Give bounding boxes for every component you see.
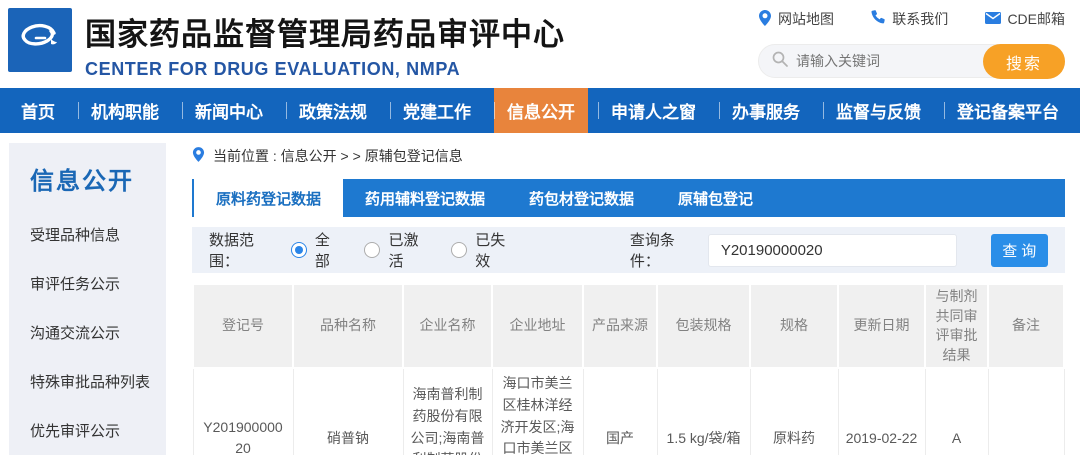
radio-activated-label: 已激活 xyxy=(388,229,425,271)
contact-label: 联系我们 xyxy=(892,9,948,29)
sidebar-item-accepted-varieties[interactable]: 受理品种信息 xyxy=(30,224,166,245)
cde-mail-link[interactable]: CDE邮箱 xyxy=(985,9,1065,29)
radio-activated-control[interactable] xyxy=(364,242,380,258)
sidebar-title: 信息公开 xyxy=(30,161,166,196)
cell-spec: 原料药 xyxy=(750,368,838,455)
scope-label: 数据范围： xyxy=(209,229,277,271)
quick-links: 网站地图 联系我们 CDE邮箱 xyxy=(758,9,1065,29)
radio-all-control[interactable] xyxy=(291,242,307,258)
sidebar-item-review-tasks[interactable]: 审评任务公示 xyxy=(30,273,166,294)
registration-table: 登记号 品种名称 企业名称 企业地址 产品来源 包装规格 规格 更新日期 与制剂… xyxy=(192,283,1065,455)
col-joint-review-result: 与制剂共同审评审批结果 xyxy=(925,284,988,368)
cell-update-date: 2019-02-22 xyxy=(838,368,925,455)
radio-all[interactable]: 全部 xyxy=(291,229,339,271)
cde-logo xyxy=(8,8,72,72)
nav-info-disclosure[interactable]: 信息公开 xyxy=(494,88,588,133)
tab-packaging-registration-data[interactable]: 药包材登记数据 xyxy=(507,179,656,217)
sitemap-label: 网站地图 xyxy=(778,9,834,29)
cell-remarks xyxy=(988,368,1064,455)
radio-all-label: 全部 xyxy=(315,229,339,271)
data-tabs: 原料药登记数据 药用辅料登记数据 药包材登记数据 原辅包登记 xyxy=(192,179,1065,217)
radio-activated[interactable]: 已激活 xyxy=(364,229,425,271)
nav-applicant-window[interactable]: 申请人之窗 xyxy=(598,88,709,133)
radio-expired[interactable]: 已失效 xyxy=(451,229,512,271)
col-company-address: 企业地址 xyxy=(492,284,583,368)
nav-functions[interactable]: 机构职能 xyxy=(78,88,172,133)
cell-package-spec: 1.5 kg/袋/箱 xyxy=(657,368,750,455)
query-condition-label: 查询条件： xyxy=(630,229,698,271)
swallow-logo-icon xyxy=(14,12,66,69)
cell-joint-review-result: A xyxy=(925,368,988,455)
col-variety-name: 品种名称 xyxy=(293,284,403,368)
radio-expired-label: 已失效 xyxy=(475,229,512,271)
table-row: Y20190000020 硝普钠 海南普利制药股份有限公司;海南普利制药股份有限… xyxy=(193,368,1064,455)
col-product-source: 产品来源 xyxy=(583,284,657,368)
cde-mail-label: CDE邮箱 xyxy=(1007,9,1065,29)
col-package-spec: 包装规格 xyxy=(657,284,750,368)
nav-home[interactable]: 首页 xyxy=(8,88,68,133)
sidebar-item-priority-review[interactable]: 优先审评公示 xyxy=(30,420,166,441)
tab-excipient-registration-data[interactable]: 药用辅料登记数据 xyxy=(343,179,507,217)
cell-company-address: 海口市美兰区桂林洋经济开发区;海口市美兰区桂林洋经济开发区 xyxy=(492,368,583,455)
site-subtitle: CENTER FOR DRUG EVALUATION, NMPA xyxy=(85,59,565,80)
phone-icon xyxy=(871,10,886,28)
breadcrumb-pin-icon xyxy=(192,147,205,165)
nav-registration-platform[interactable]: 登记备案平台 xyxy=(944,88,1072,133)
breadcrumb: 当前位置 : 信息公开 > > 原辅包登记信息 xyxy=(192,143,1065,169)
cell-product-source: 国产 xyxy=(583,368,657,455)
main-nav: 首页 机构职能 新闻中心 政策法规 党建工作 信息公开 申请人之窗 办事服务 监… xyxy=(0,88,1080,133)
cell-registration-no: Y20190000020 xyxy=(193,368,293,455)
radio-expired-control[interactable] xyxy=(451,242,467,258)
contact-link[interactable]: 联系我们 xyxy=(871,9,948,29)
site-search-button[interactable]: 搜索 xyxy=(983,44,1065,79)
col-company-name: 企业名称 xyxy=(403,284,492,368)
col-spec: 规格 xyxy=(750,284,838,368)
sidebar-info-disclosure: 信息公开 受理品种信息 审评任务公示 沟通交流公示 特殊审批品种列表 优先审评公… xyxy=(9,143,166,455)
sidebar-item-special-approval-list[interactable]: 特殊审批品种列表 xyxy=(30,371,166,392)
col-update-date: 更新日期 xyxy=(838,284,925,368)
query-button[interactable]: 查询 xyxy=(991,234,1048,267)
query-condition-input[interactable] xyxy=(708,234,957,267)
nav-party-building[interactable]: 党建工作 xyxy=(390,88,484,133)
sidebar-item-communication[interactable]: 沟通交流公示 xyxy=(30,322,166,343)
site-search-bar: 搜索 xyxy=(758,44,1065,78)
sitemap-link[interactable]: 网站地图 xyxy=(758,9,834,29)
table-header-row: 登记号 品种名称 企业名称 企业地址 产品来源 包装规格 规格 更新日期 与制剂… xyxy=(193,284,1064,368)
mail-icon xyxy=(985,11,1001,27)
search-icon xyxy=(772,51,788,72)
cell-variety-name: 硝普钠 xyxy=(293,368,403,455)
col-registration-no: 登记号 xyxy=(193,284,293,368)
nav-supervision-feedback[interactable]: 监督与反馈 xyxy=(823,88,934,133)
nav-news[interactable]: 新闻中心 xyxy=(182,88,276,133)
col-remarks: 备注 xyxy=(988,284,1064,368)
breadcrumb-text: 当前位置 : 信息公开 > > 原辅包登记信息 xyxy=(213,146,463,166)
cell-company-name: 海南普利制药股份有限公司;海南普利制药股份有限公司 xyxy=(403,368,492,455)
tab-api-registration-data[interactable]: 原料药登记数据 xyxy=(194,179,343,217)
tab-raw-aux-pack-registration[interactable]: 原辅包登记 xyxy=(656,179,775,217)
scope-radio-group: 全部 已激活 已失效 xyxy=(291,229,512,271)
nav-policies[interactable]: 政策法规 xyxy=(286,88,380,133)
site-header: 国家药品监督管理局药品审评中心 CENTER FOR DRUG EVALUATI… xyxy=(0,0,1080,88)
site-title: 国家药品监督管理局药品审评中心 xyxy=(85,9,565,54)
nav-services[interactable]: 办事服务 xyxy=(719,88,813,133)
location-pin-icon xyxy=(758,10,772,29)
filter-bar: 数据范围： 全部 已激活 已失效 查询条件： 查询 xyxy=(192,227,1065,273)
